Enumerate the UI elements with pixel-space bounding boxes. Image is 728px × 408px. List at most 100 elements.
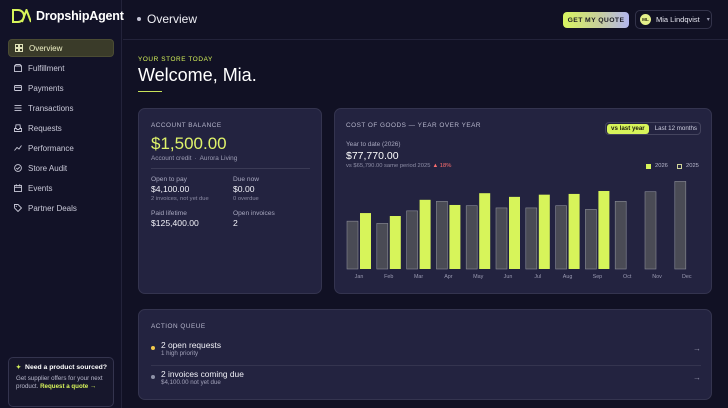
user-menu[interactable]: ML Mia Lindqvist ▾ (635, 10, 712, 29)
welcome-eyebrow: YOUR STORE TODAY (138, 56, 213, 63)
sidebar-item-events[interactable]: Events (8, 179, 114, 197)
grid-icon (15, 44, 23, 52)
bar-2026-jan (360, 213, 371, 269)
arrow-right-icon: → (693, 344, 701, 353)
app-logo[interactable]: DropshipAgent (12, 8, 124, 24)
list-icon (14, 104, 22, 112)
queue-label: ACTION QUEUE (151, 323, 206, 330)
open-to-pay-stat: Open to pay $4,100.00 2 invoices, not ye… (151, 176, 209, 202)
legend-item-previous: 2025 (677, 163, 699, 169)
legend-swatch (646, 163, 651, 169)
bar-2026-apr (449, 204, 461, 269)
cogs-title: COST OF GOODS — YEAR OVER YEAR (346, 122, 482, 129)
sidebar-item-label: Store Audit (28, 163, 68, 173)
status-dot (151, 375, 155, 379)
bar-2026-feb (389, 216, 401, 269)
x-tick-label: Sep (593, 274, 603, 280)
vs-last-year-tab[interactable]: vs last year (607, 123, 649, 134)
sidebar-item-overview[interactable]: Overview (8, 39, 114, 57)
welcome-divider (138, 91, 162, 92)
check-icon (14, 164, 22, 172)
x-tick-label: Jan (355, 274, 364, 280)
balance-label: ACCOUNT BALANCE (151, 122, 222, 129)
page-title: Overview (137, 12, 197, 26)
x-tick-label: Jun (504, 274, 513, 280)
avatar: ML (640, 14, 651, 25)
ytd-label: Year to date (2026) (346, 141, 401, 148)
sparkle-icon: ✦ (16, 365, 22, 371)
x-tick-label: May (473, 274, 483, 280)
chevron-down-icon: ▾ (706, 17, 710, 23)
chart-icon (14, 144, 22, 152)
x-tick-label: Dec (682, 274, 692, 280)
due-now-stat: Due now $0.00 0 overdue (233, 176, 260, 202)
bar-2026-jul (538, 194, 550, 269)
x-tick-label: Feb (384, 274, 393, 280)
bar-2026-may (479, 193, 491, 269)
bar-2025-jun (495, 207, 508, 270)
bar-2026-sep (598, 190, 610, 269)
bar-2026-mar (419, 199, 431, 269)
sidebar-item-payments[interactable]: Payments (8, 79, 114, 97)
account-balance-card: ACCOUNT BALANCE $1,500.00 Account credit… (138, 108, 322, 294)
cogs-chart-card: COST OF GOODS — YEAR OVER YEAR vs last y… (334, 108, 712, 294)
bar-2025-nov (644, 191, 657, 270)
x-tick-label: Oct (623, 274, 632, 280)
bar-2025-jan (346, 220, 359, 270)
legend-item-current: 2026 (646, 163, 668, 169)
box-icon (14, 64, 22, 72)
card-icon (14, 84, 22, 92)
bar-2026-jun (509, 196, 520, 269)
delta-badge: ▲ 18% (432, 163, 452, 169)
paid-lifetime-stat: Paid lifetime $125,400.00 (151, 210, 199, 228)
get-quote-button[interactable]: GET MY QUOTE (563, 12, 629, 28)
last-12-months-tab[interactable]: Last 12 months (651, 124, 701, 134)
balance-divider (151, 168, 310, 169)
tag-icon (14, 204, 22, 212)
bar-2025-sep (585, 209, 597, 270)
x-tick-label: Apr (444, 274, 453, 280)
sidebar-item-partner-deals[interactable]: Partner Deals (8, 199, 114, 217)
sidebar-item-label: Fulfillment (28, 63, 65, 73)
bar-2025-mar (406, 210, 418, 270)
action-queue-card: ACTION QUEUE 2 open requests 1 high prio… (138, 309, 712, 400)
sourcing-promo: ✦ Need a product sourced? Get supplier o… (8, 357, 114, 407)
comparison-toggle: vs last year Last 12 months (605, 122, 701, 135)
status-dot (151, 346, 155, 350)
queue-item-requests[interactable]: 2 open requests 1 high priority → (151, 339, 701, 361)
bar-2025-may (465, 205, 478, 270)
sidebar-item-fulfillment[interactable]: Fulfillment (8, 59, 114, 77)
welcome-heading: Welcome, Mia. (138, 65, 257, 85)
queue-divider (151, 365, 701, 366)
sidebar-nav: Overview Fulfillment Payments Transactio… (8, 39, 114, 219)
x-tick-label: Aug (563, 274, 573, 280)
sidebar-item-transactions[interactable]: Transactions (8, 99, 114, 117)
sidebar-item-store-audit[interactable]: Store Audit (8, 159, 114, 177)
sidebar-item-requests[interactable]: Requests (8, 119, 114, 137)
app-name: DropshipAgent (36, 9, 124, 23)
bar-2025-feb (376, 223, 389, 270)
sidebar-item-label: Overview (29, 43, 63, 53)
queue-item-invoices[interactable]: 2 invoices coming due $4,100.00 not yet … (151, 368, 701, 390)
bar-2025-aug (555, 205, 567, 270)
bar-2026-aug (568, 193, 580, 269)
cogs-bar-chart: Jan Feb Mar Apr May Jun Jul Aug Sep Oct Nov Dec (346, 181, 692, 280)
bar-2025-dec (674, 181, 687, 270)
sidebar: DropshipAgent Overview Fulfillment Payme… (0, 0, 124, 408)
promo-body: Get supplier offers for your next produc… (16, 375, 103, 390)
logo-icon (12, 9, 31, 23)
x-tick-label: Nov (652, 274, 662, 280)
bar-2025-oct (614, 200, 627, 270)
bullet-icon (137, 17, 141, 21)
calendar-icon (14, 184, 22, 192)
bar-2025-apr (436, 200, 448, 270)
balance-amount: $1,500.00 (151, 134, 227, 153)
request-quote-link[interactable]: Request a quote → (40, 383, 96, 390)
sidebar-item-label: Performance (28, 143, 74, 153)
open-invoices-stat: Open invoices 2 (233, 210, 275, 228)
ytd-value: $77,770.00 (346, 150, 399, 162)
sidebar-item-performance[interactable]: Performance (8, 139, 114, 157)
promo-title: ✦ Need a product sourced? (16, 364, 107, 371)
ytd-compare: vs $65,790.00 same period 2025 ▲ 18% (346, 163, 452, 169)
bar-2025-jul (525, 207, 538, 270)
